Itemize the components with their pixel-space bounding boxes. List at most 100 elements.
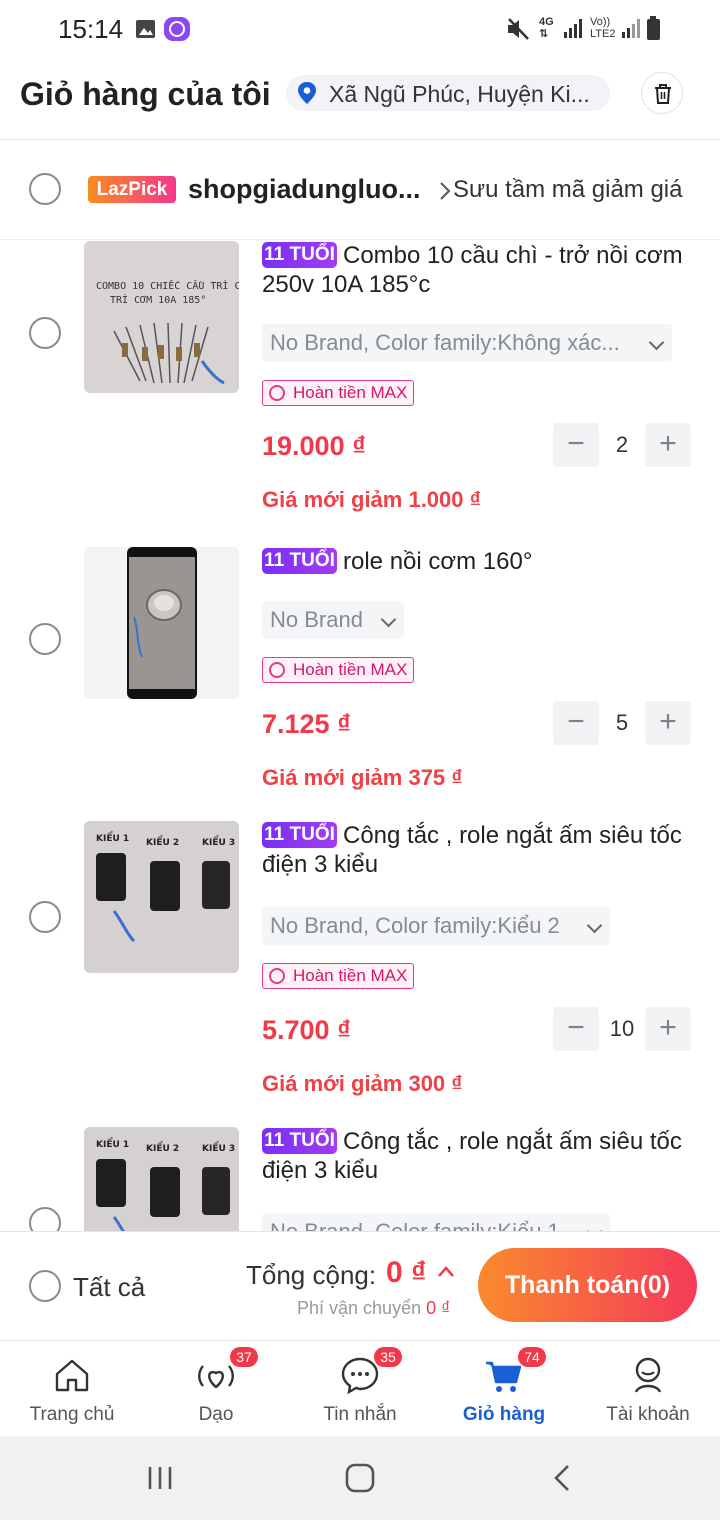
item-price: 7.125 ₫	[262, 709, 351, 739]
11-tuoi-badge: 11 TUỔI	[262, 822, 337, 848]
account-icon	[634, 1357, 662, 1393]
quantity-stepper: − 5 +	[553, 701, 691, 745]
cart-item-list: COMBO 10 CHIẾC CẦU TRÌ CƠM 10A 185° TRÌ …	[0, 241, 720, 1231]
quantity-stepper: − 2 +	[553, 423, 691, 467]
checkout-button[interactable]: Thanh toán(0)	[478, 1248, 697, 1322]
shipping-fee: Phí vận chuyển 0 ₫	[297, 1298, 451, 1318]
increase-button[interactable]: +	[645, 1007, 691, 1051]
increase-button[interactable]: +	[645, 423, 691, 467]
cart-item: 11 TUỔI role nồi cơm 160° No Brand Hoàn t…	[0, 547, 720, 853]
variant-selector[interactable]: No Brand, Color family:Kiểu 1	[262, 1213, 610, 1231]
quantity-stepper: − 10 +	[553, 1007, 691, 1051]
discount-note: Giá mới giảm 375 ₫	[262, 765, 463, 790]
location-text: Xã Ngũ Phúc, Huyện Ki...	[329, 81, 590, 107]
tab-messages[interactable]: 35 Tin nhắn	[288, 1341, 432, 1437]
svg-text:COMBO 10 CHIẾC CẦU TRÌ CƠM 10A: COMBO 10 CHIẾC CẦU TRÌ CƠM 10A 185°	[96, 279, 239, 292]
quantity-value[interactable]: 5	[599, 701, 645, 745]
location-selector[interactable]: Xã Ngũ Phúc, Huyện Ki...	[286, 75, 610, 111]
select-all-label[interactable]: Tất cả	[73, 1272, 145, 1303]
tab-label: Giỏ hàng	[462, 1404, 546, 1425]
thermostat-relay-image	[84, 547, 239, 699]
chevron-down-icon	[648, 334, 665, 351]
tab-home[interactable]: Trang chủ	[0, 1341, 144, 1437]
cashback-badge: Hoàn tiền MAX	[262, 657, 415, 683]
shop-select-radio[interactable]	[29, 173, 61, 205]
product-name[interactable]: 11 TUỔI Công tắc , role ngắt ấm siêu tốc …	[262, 821, 702, 879]
status-time: 15:14	[58, 14, 124, 44]
total-value: 0 ₫	[386, 1256, 427, 1289]
cashback-icon	[269, 662, 285, 678]
quantity-value[interactable]: 2	[599, 423, 645, 467]
11-tuoi-badge: 11 TUỔI	[262, 1128, 337, 1154]
11-tuoi-badge: 11 TUỔI	[262, 242, 337, 268]
page-title: Giỏ hàng của tôi	[20, 76, 271, 112]
product-name[interactable]: 11 TUỔI role nồi cơm 160°	[262, 547, 702, 576]
cart-item: KIỂU 1 KIỂU 2 KIỂU 3 11 TUỔI Công tắc , r…	[0, 821, 720, 1127]
coupon-link[interactable]: Sưu tầm mã giảm giá	[453, 176, 683, 204]
item-select-radio[interactable]	[29, 317, 61, 349]
signal-icon	[564, 19, 582, 38]
chevron-up-icon[interactable]	[437, 1264, 455, 1278]
product-image[interactable]	[84, 547, 239, 699]
shop-name[interactable]: shopgiadungluo...	[188, 174, 420, 205]
cashback-badge: Hoàn tiền MAX	[262, 380, 415, 406]
decrease-button[interactable]: −	[553, 423, 599, 467]
lazada-app-icon	[164, 17, 190, 41]
decrease-button[interactable]: −	[553, 701, 599, 745]
product-name[interactable]: 11 TUỔI Công tắc , role ngắt ấm siêu tốc …	[262, 1127, 702, 1185]
product-image[interactable]: KIỂU 1 KIỂU 2 KIỂU 3	[84, 821, 239, 973]
item-price: 5.700 ₫	[262, 1015, 351, 1045]
tab-label: Trang chủ	[29, 1404, 115, 1425]
cart-item: COMBO 10 CHIẾC CẦU TRÌ CƠM 10A 185° TRÌ …	[0, 241, 720, 547]
item-price: 19.000 ₫	[262, 431, 366, 461]
discount-note: Giá mới giảm 300 ₫	[262, 1071, 463, 1096]
trash-icon	[655, 84, 671, 104]
recent-apps-icon[interactable]	[146, 1464, 174, 1492]
variant-selector[interactable]: No Brand	[262, 601, 404, 639]
discount-note: Giá mới giảm 1.000 ₫	[262, 487, 481, 512]
gallery-icon	[136, 20, 155, 38]
tab-cart[interactable]: 74 Giỏ hàng	[432, 1341, 576, 1437]
decrease-button[interactable]: −	[553, 1007, 599, 1051]
product-image[interactable]: COMBO 10 CHIẾC CẦU TRÌ CƠM 10A 185° TRÌ …	[84, 241, 239, 393]
variant-selector[interactable]: No Brand, Color family:Kiểu 2	[262, 907, 610, 945]
tab-account[interactable]: Tài khoản	[576, 1341, 720, 1437]
item-select-radio[interactable]	[29, 1207, 61, 1231]
11-tuoi-badge: 11 TUỔI	[262, 548, 337, 574]
volte-indicator: Vo)) LTE2	[590, 16, 616, 40]
delete-button[interactable]	[641, 72, 683, 114]
system-nav-bar	[0, 1436, 720, 1520]
tab-label: Tin nhắn	[323, 1404, 397, 1425]
chevron-down-icon	[586, 1223, 603, 1231]
battery-icon	[647, 16, 660, 40]
svg-text:TRÌ CƠM 10A 185°: TRÌ CƠM 10A 185°	[110, 293, 206, 306]
cart-item: KIỂU 1 KIỂU 2 KIỂU 3 11 TUỔI Công tắc , r…	[0, 1127, 720, 1231]
cashback-icon	[269, 968, 285, 984]
item-select-radio[interactable]	[29, 623, 61, 655]
signal2-icon	[622, 19, 640, 38]
kettle-switch-image: KIỂU 1 KIỂU 2 KIỂU 3	[84, 1127, 239, 1231]
chevron-right-icon	[440, 182, 451, 200]
shipping-value: 0 ₫	[426, 1298, 451, 1318]
item-select-radio[interactable]	[29, 901, 61, 933]
tab-explore[interactable]: 37 Dạo	[144, 1341, 288, 1437]
variant-selector[interactable]: No Brand, Color family:Không xác...	[262, 324, 672, 362]
shop-row: LazPick shopgiadungluo... Sưu tầm mã giả…	[0, 140, 720, 240]
product-image[interactable]: KIỂU 1 KIỂU 2 KIỂU 3	[84, 1127, 239, 1231]
cart-header: Giỏ hàng của tôi Xã Ngũ Phúc, Huyện Ki..…	[0, 58, 720, 140]
chevron-down-icon	[380, 611, 397, 628]
quantity-value[interactable]: 10	[599, 1007, 645, 1051]
tab-label: Tài khoản	[606, 1404, 690, 1425]
chevron-down-icon	[586, 917, 603, 934]
fuse-combo-image: COMBO 10 CHIẾC CẦU TRÌ CƠM 10A 185° TRÌ …	[84, 241, 239, 393]
home-nav-icon[interactable]	[344, 1462, 376, 1494]
mute-icon	[508, 18, 529, 40]
notification-count: 37	[230, 1347, 258, 1367]
increase-button[interactable]: +	[645, 701, 691, 745]
back-icon[interactable]	[552, 1464, 572, 1492]
status-bar: 15:14 4G ⇅ Vo)) LTE2	[0, 0, 720, 58]
product-name[interactable]: 11 TUỔI Combo 10 cầu chì - trở nồi cơm 25…	[262, 241, 702, 299]
select-all-radio[interactable]	[29, 1270, 61, 1302]
notification-count: 35	[374, 1347, 402, 1367]
cashback-icon	[269, 385, 285, 401]
